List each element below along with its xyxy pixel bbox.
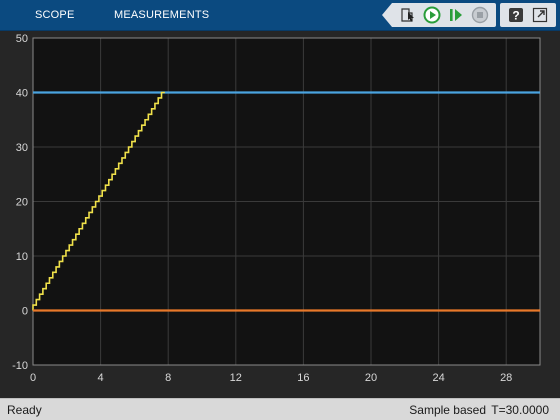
- y-tick-label: -10: [12, 360, 28, 372]
- y-tick-label: 20: [16, 197, 28, 209]
- step-forward-icon: [447, 6, 465, 24]
- run-button[interactable]: [422, 5, 442, 25]
- step-forward-button[interactable]: [446, 5, 466, 25]
- scope-plot[interactable]: 0 4 8 12 16 20 24 28-1001020304050: [0, 31, 560, 398]
- help-button[interactable]: ?: [506, 5, 526, 25]
- x-tick-label: 28: [500, 372, 512, 384]
- x-tick-label: 24: [432, 372, 444, 384]
- tab-scope[interactable]: SCOPE: [35, 0, 75, 30]
- y-tick-label: 0: [22, 306, 28, 318]
- y-tick-label: 30: [16, 142, 28, 154]
- x-tick-label: 16: [297, 372, 309, 384]
- highlight-block-button[interactable]: [398, 5, 418, 25]
- simulation-controls: [382, 3, 496, 27]
- status-ready-text: Ready: [7, 403, 42, 417]
- undock-button[interactable]: [530, 5, 550, 25]
- svg-text:?: ?: [512, 9, 519, 23]
- y-tick-label: 50: [16, 33, 28, 45]
- window-controls: ?: [500, 3, 556, 27]
- status-bar: Ready Sample based T=30.0000: [0, 398, 560, 420]
- status-time-text: T=30.0000: [491, 403, 549, 417]
- x-tick-label: 0: [30, 372, 36, 384]
- stop-button[interactable]: [470, 5, 490, 25]
- tab-measurements[interactable]: MEASUREMENTS: [114, 0, 209, 30]
- scope-display[interactable]: 0 4 8 12 16 20 24 28 -10 0 10 20 30 40 50: [0, 31, 560, 398]
- y-tick-label: 10: [16, 251, 28, 263]
- toolstrip: SCOPE MEASUREMENTS ?: [0, 0, 560, 31]
- x-tick-label: 4: [98, 372, 104, 384]
- status-mode-text: Sample based: [409, 403, 486, 417]
- x-tick-label: 12: [230, 372, 242, 384]
- highlight-block-icon: [400, 7, 416, 23]
- undock-icon: [532, 7, 548, 23]
- x-tick-label: 8: [165, 372, 171, 384]
- run-icon: [423, 6, 441, 24]
- x-tick-label: 20: [365, 372, 377, 384]
- help-icon: ?: [508, 7, 524, 23]
- y-tick-label: 40: [16, 88, 28, 100]
- scope-window: SCOPE MEASUREMENTS ? 0 4 8 12 16 20 24 2…: [0, 0, 560, 420]
- quick-access-toolbar: ?: [382, 3, 556, 27]
- stop-icon: [471, 6, 489, 24]
